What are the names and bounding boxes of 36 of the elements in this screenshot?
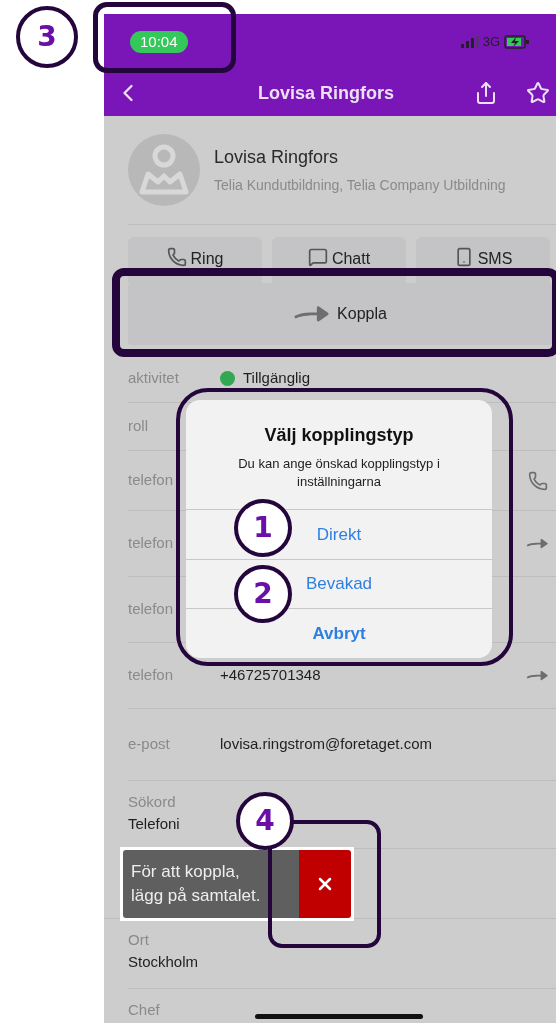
- page-title: Lovisa Ringfors: [257, 81, 395, 105]
- dialog-title: Välj kopplingstyp: [264, 424, 414, 447]
- field-label: telefon: [128, 665, 175, 686]
- arrow-right-icon: [526, 668, 548, 683]
- toast-message: För att koppla, lägg på samtalet.: [123, 849, 299, 918]
- field-label: telefon: [128, 470, 175, 491]
- battery-charging-icon: [504, 35, 530, 49]
- field-label: aktivitet: [128, 368, 180, 389]
- field-label: Sökord: [128, 792, 176, 812]
- field-value: Stockholm: [128, 952, 199, 972]
- field-label: telefon: [128, 533, 175, 554]
- connect-button[interactable]: Koppla: [128, 283, 552, 345]
- contact-name: Lovisa Ringfors: [214, 146, 340, 169]
- contact-organization: Telia Kundutbildning, Telia Company Utbildning: [214, 176, 506, 195]
- phone-icon[interactable]: [528, 470, 548, 491]
- chat-icon: [307, 247, 328, 267]
- field-value: +46725701348: [220, 665, 321, 686]
- field-label: Ort: [128, 930, 149, 950]
- arrow-right-icon: [526, 536, 548, 551]
- step-marker: 3: [16, 6, 78, 68]
- dialog-message: Du kan ange önskad kopplingstyp i inställningarna: [237, 455, 441, 491]
- close-button[interactable]: [299, 849, 351, 918]
- signal-icon: [460, 36, 479, 48]
- field-label: roll: [128, 416, 149, 437]
- field-label: Chef: [128, 1000, 160, 1020]
- time-pill: 10:04: [130, 31, 188, 53]
- field-value: Tillgänglig: [243, 368, 310, 389]
- phone-icon: [166, 247, 187, 267]
- star-icon[interactable]: [526, 81, 550, 105]
- field-value: Telefoni: [128, 814, 180, 834]
- avatar-icon: [128, 134, 200, 206]
- network-label: 3G: [482, 33, 500, 52]
- field-value: lovisa.ringstrom@foretaget.com: [220, 734, 432, 755]
- field-label: telefon: [128, 599, 175, 620]
- field-label: e-post: [128, 734, 171, 755]
- share-icon[interactable]: [474, 81, 498, 105]
